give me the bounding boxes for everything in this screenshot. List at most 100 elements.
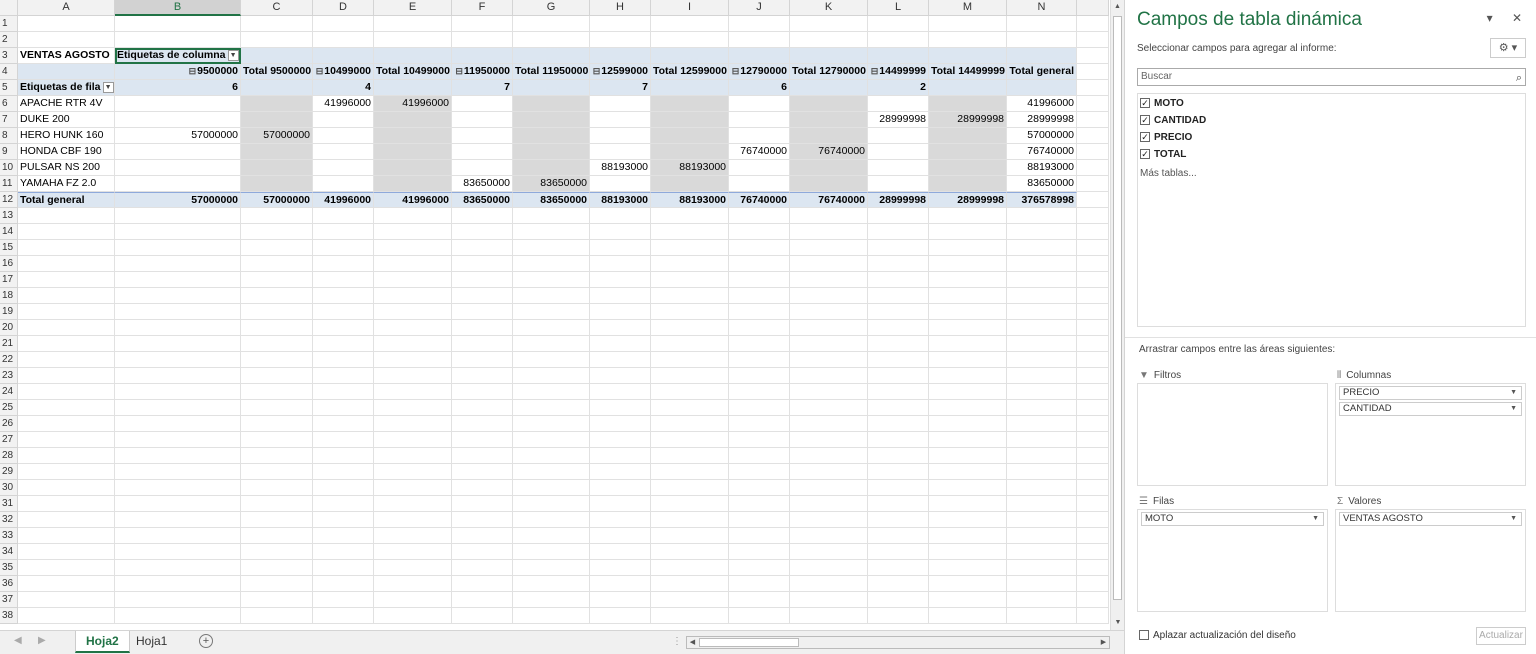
collapse-icon[interactable]: ⊟: [189, 66, 197, 76]
row-header-29[interactable]: 29: [0, 464, 18, 480]
cell[interactable]: [452, 512, 513, 528]
cell[interactable]: [513, 224, 590, 240]
cell[interactable]: [590, 384, 651, 400]
cell[interactable]: [651, 288, 729, 304]
pivot-value-cell[interactable]: 76740000: [1007, 144, 1077, 160]
cell[interactable]: [241, 528, 313, 544]
pivot-value-cell[interactable]: [651, 176, 729, 192]
field-item-moto[interactable]: ✓ MOTO: [1138, 96, 1525, 111]
pivot-col-header[interactable]: ⊟14499999: [868, 64, 929, 80]
row-header-18[interactable]: 18: [0, 288, 18, 304]
pane-options-icon[interactable]: ▾: [1487, 11, 1493, 25]
cell[interactable]: [790, 576, 868, 592]
cell[interactable]: [313, 448, 374, 464]
cell[interactable]: [1077, 144, 1109, 160]
cell[interactable]: [452, 16, 513, 32]
cell[interactable]: [929, 288, 1007, 304]
cell[interactable]: [929, 592, 1007, 608]
pivot-value-cell[interactable]: [929, 160, 1007, 176]
row-header-30[interactable]: 30: [0, 480, 18, 496]
cell[interactable]: [313, 496, 374, 512]
pivot-value-cell[interactable]: [241, 144, 313, 160]
cell[interactable]: [590, 16, 651, 32]
cell[interactable]: [313, 432, 374, 448]
pivot-value-cell[interactable]: [790, 96, 868, 112]
cell[interactable]: [374, 512, 452, 528]
pivot-value-cell[interactable]: [313, 128, 374, 144]
cell[interactable]: [1007, 272, 1077, 288]
cell[interactable]: [18, 256, 115, 272]
checkbox-icon[interactable]: [1139, 630, 1149, 641]
cell[interactable]: [452, 48, 513, 64]
cell[interactable]: [868, 224, 929, 240]
row-header-17[interactable]: 17: [0, 272, 18, 288]
cell[interactable]: [729, 48, 790, 64]
cell[interactable]: [241, 400, 313, 416]
cell[interactable]: [115, 32, 241, 48]
cell[interactable]: [374, 384, 452, 400]
cell[interactable]: [115, 352, 241, 368]
grand-total-cell[interactable]: 83650000: [513, 192, 590, 208]
cell[interactable]: [241, 496, 313, 512]
pivot-value-cell[interactable]: 83650000: [513, 176, 590, 192]
collapse-icon[interactable]: ⊟: [871, 66, 879, 76]
cell[interactable]: [1077, 64, 1109, 80]
cell[interactable]: [590, 416, 651, 432]
cell[interactable]: [868, 592, 929, 608]
cell[interactable]: [729, 16, 790, 32]
column-header-n[interactable]: N: [1007, 0, 1077, 16]
pivot-row-label[interactable]: DUKE 200: [18, 112, 115, 128]
pivot-value-cell[interactable]: [115, 96, 241, 112]
cell[interactable]: [241, 256, 313, 272]
cell[interactable]: [729, 432, 790, 448]
pivot-value-cell[interactable]: [241, 96, 313, 112]
cell[interactable]: [929, 336, 1007, 352]
cell[interactable]: [241, 592, 313, 608]
area-field-pill[interactable]: VENTAS AGOSTO ▼: [1339, 512, 1522, 526]
cell[interactable]: [313, 560, 374, 576]
pivot-value-cell[interactable]: 57000000: [115, 128, 241, 144]
cell[interactable]: [1007, 480, 1077, 496]
cell[interactable]: [590, 400, 651, 416]
cell[interactable]: [452, 352, 513, 368]
grand-total-cell[interactable]: 76740000: [729, 192, 790, 208]
cell[interactable]: [929, 528, 1007, 544]
cell[interactable]: [115, 592, 241, 608]
cell[interactable]: [590, 240, 651, 256]
cell[interactable]: [1077, 352, 1109, 368]
cell[interactable]: [241, 336, 313, 352]
pivot-value-cell[interactable]: 41996000: [1007, 96, 1077, 112]
cell[interactable]: [18, 416, 115, 432]
cell[interactable]: [1077, 432, 1109, 448]
cell[interactable]: [313, 464, 374, 480]
grand-total-cell[interactable]: 88193000: [590, 192, 651, 208]
cell[interactable]: [18, 608, 115, 624]
cell[interactable]: [929, 560, 1007, 576]
cell[interactable]: [590, 224, 651, 240]
grand-total-label[interactable]: Total general: [18, 192, 115, 208]
cell[interactable]: [729, 32, 790, 48]
cell[interactable]: [18, 464, 115, 480]
checkbox-checked-icon[interactable]: ✓: [1140, 98, 1150, 109]
column-header-g[interactable]: G: [513, 0, 590, 16]
cell[interactable]: [374, 336, 452, 352]
cell[interactable]: [1007, 512, 1077, 528]
pivot-value-cell[interactable]: [729, 128, 790, 144]
checkbox-checked-icon[interactable]: ✓: [1140, 132, 1150, 143]
grand-total-cell[interactable]: 28999998: [868, 192, 929, 208]
cell[interactable]: [1077, 416, 1109, 432]
pivot-value-cell[interactable]: [115, 112, 241, 128]
horizontal-scroll-thumb[interactable]: [699, 638, 799, 647]
cell[interactable]: [1007, 256, 1077, 272]
cell[interactable]: [115, 544, 241, 560]
pivot-value-cell[interactable]: [651, 128, 729, 144]
cell[interactable]: [729, 496, 790, 512]
search-input[interactable]: Buscar ⌕: [1137, 68, 1526, 86]
cell[interactable]: [115, 496, 241, 512]
cell[interactable]: [868, 384, 929, 400]
cell[interactable]: [241, 576, 313, 592]
cell[interactable]: [590, 320, 651, 336]
pivot-col-header[interactable]: Total 9500000: [241, 64, 313, 80]
cell[interactable]: [929, 320, 1007, 336]
pivot-value-cell[interactable]: 76740000: [729, 144, 790, 160]
